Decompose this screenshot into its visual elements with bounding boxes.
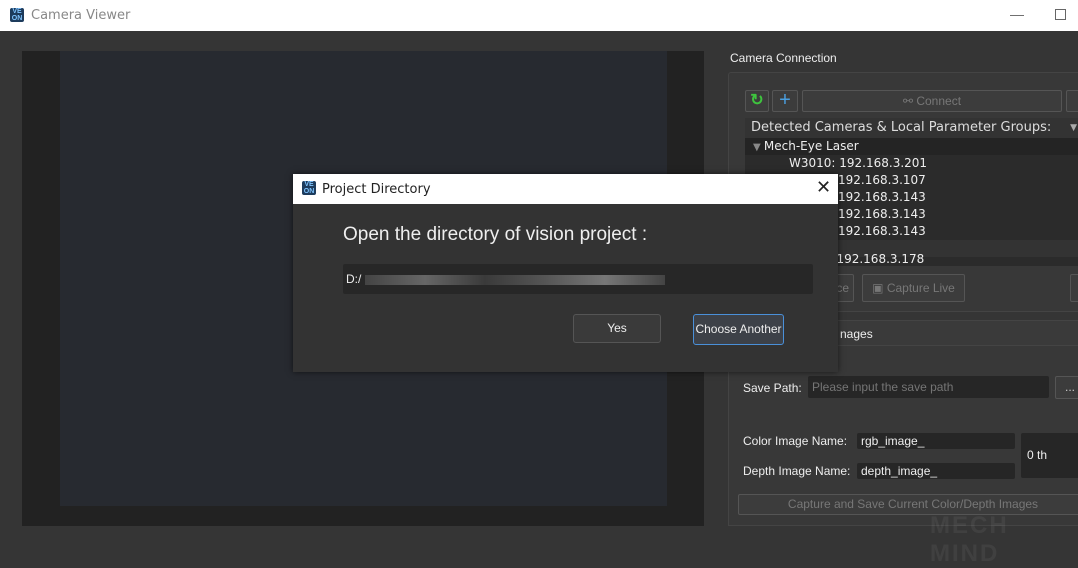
capture-live-label: Capture Live bbox=[886, 281, 955, 295]
link-icon: ⚯ bbox=[902, 94, 917, 108]
browse-button[interactable]: ... bbox=[1055, 376, 1078, 399]
add-camera-button[interactable]: + bbox=[772, 90, 798, 112]
watermark-logo: MECH MIND bbox=[930, 512, 1009, 567]
section-title: nages bbox=[840, 327, 873, 341]
color-name-input[interactable]: rgb_image_ bbox=[857, 433, 1015, 449]
project-directory-dialog: VE ON Project Directory ✕ Open the direct… bbox=[293, 174, 838, 372]
refresh-button[interactable]: ↻ bbox=[745, 90, 769, 112]
group-label: Mech-Eye Laser bbox=[763, 139, 859, 153]
window-title: Camera Viewer bbox=[31, 8, 131, 23]
maximize-icon[interactable] bbox=[1055, 9, 1066, 20]
tree-header[interactable]: Detected Cameras & Local Parameter Group… bbox=[745, 118, 1078, 138]
choose-another-button[interactable]: Choose Another bbox=[693, 314, 784, 345]
save-path-input[interactable] bbox=[808, 376, 1049, 398]
depth-name-input[interactable]: depth_image_ bbox=[857, 463, 1015, 479]
tree-header-label: Detected Cameras & Local Parameter Group… bbox=[751, 120, 1052, 135]
refresh-icon: ↻ bbox=[750, 92, 764, 109]
extra-button[interactable] bbox=[1070, 274, 1078, 302]
plus-icon: + bbox=[779, 89, 791, 111]
image-icon: ▣ bbox=[872, 281, 887, 295]
camera-connection-title: Camera Connection bbox=[730, 51, 837, 65]
close-icon[interactable]: ✕ bbox=[816, 177, 831, 198]
title-bar: VE ON Camera Viewer — bbox=[0, 0, 1078, 31]
connect-button[interactable]: ⚯ Connect bbox=[802, 90, 1062, 112]
path-text: D:/ bbox=[346, 272, 362, 286]
depth-name-label: Depth Image Name: bbox=[743, 464, 851, 478]
dialog-heading: Open the directory of vision project : bbox=[343, 224, 648, 245]
dropdown-icon: ▼ bbox=[1070, 123, 1077, 133]
tree-item[interactable]: W3010: 192.168.3.201 bbox=[745, 155, 1078, 172]
expand-icon: ▼ bbox=[753, 142, 764, 153]
project-path-field[interactable]: D:/ bbox=[343, 264, 813, 294]
tree-group[interactable]: ▼ Mech-Eye Laser bbox=[745, 138, 1078, 155]
extra-button[interactable] bbox=[1066, 90, 1078, 112]
blurred-path bbox=[365, 274, 666, 285]
color-name-label: Color Image Name: bbox=[743, 434, 848, 448]
app-icon: VE ON bbox=[302, 181, 316, 195]
connect-label: Connect bbox=[916, 94, 962, 108]
index-field[interactable]: 0 th bbox=[1021, 433, 1078, 478]
app-icon: VE ON bbox=[10, 8, 24, 22]
save-path-label: Save Path: bbox=[743, 381, 802, 395]
dialog-title: Project Directory bbox=[322, 182, 431, 197]
capture-live-button[interactable]: ▣ Capture Live bbox=[862, 274, 965, 302]
yes-button[interactable]: Yes bbox=[573, 314, 661, 343]
minimize-icon[interactable]: — bbox=[1010, 6, 1024, 22]
dialog-title-bar: VE ON Project Directory ✕ bbox=[293, 174, 838, 204]
